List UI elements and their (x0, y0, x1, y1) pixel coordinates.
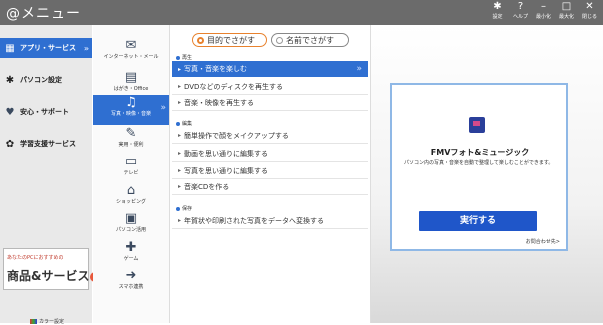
photo-music-icon: ♫ (125, 95, 137, 110)
fmv-photo-music-icon (469, 117, 485, 133)
inquiry-link[interactable]: お問合わせ先> (526, 238, 560, 245)
minimize-button[interactable]: – 最小化 (532, 1, 555, 24)
category-shopping[interactable]: ⌂ ショッピング (93, 183, 169, 213)
section-title: 再生 (176, 54, 192, 61)
grid-icon: ▦ (5, 42, 15, 54)
section-title: 保存 (176, 205, 192, 212)
sidebar: ▦ アプリ・サービス » ✱ パソコン設定 ♥ 安心・サポート ✿ 学習支援サー… (0, 25, 101, 325)
task-item[interactable]: 写真・音楽を楽しむ » (172, 61, 368, 77)
category-internet-mail[interactable]: ✉ インターネット・メール (93, 38, 169, 68)
sidebar-item-apps-services[interactable]: ▦ アプリ・サービス » (0, 38, 92, 58)
category-tv[interactable]: ▭ テレビ (93, 154, 169, 184)
tv-icon: ▭ (124, 154, 138, 169)
sidebar-item-label: アプリ・サービス (20, 44, 76, 52)
pencil-icon: ✎ (125, 126, 137, 141)
document-icon: ▤ (124, 70, 138, 85)
sidebar-item-pc-settings[interactable]: ✱ パソコン設定 (0, 70, 92, 90)
category-pc-utilization[interactable]: ▣ パソコン活用 (93, 211, 169, 241)
sidebar-item-learning-support[interactable]: ✿ 学習支援サービス (0, 134, 92, 154)
banner-subtitle: あなたのPCにおすすめの (7, 255, 64, 261)
basket-icon: ⌂ (126, 183, 136, 198)
gamepad-icon: ✚ (125, 240, 137, 255)
category-smartphone-link[interactable]: ➜ スマホ連携 (93, 268, 169, 298)
detail-panel: FMVフォト&ミュージック パソコン内の写真・音楽を自動で整理して楽しむことがで… (371, 25, 603, 323)
help-icon: ? (517, 1, 524, 12)
chevron-right-icon: » (356, 64, 362, 74)
app-title: @メニュー (6, 6, 81, 22)
task-item[interactable]: 音楽・映像を再生する (172, 95, 368, 111)
radio-selected-icon (197, 36, 204, 44)
phone-link-icon: ➜ (125, 268, 137, 283)
close-icon: ✕ (585, 1, 594, 12)
color-setting-link[interactable]: カラー設定 (30, 318, 64, 325)
app-name: FMVフォト&ミュージック (430, 148, 530, 157)
run-button[interactable]: 実行する (419, 211, 537, 231)
close-button[interactable]: ✕ 閉じる (578, 1, 601, 24)
book-icon: ✿ (5, 138, 15, 150)
maximize-button[interactable]: □ 最大化 (555, 1, 578, 24)
category-photo-video-music[interactable]: ♫ 写真・映像・音楽 » (93, 95, 169, 125)
category-list: ✉ インターネット・メール ▤ はがき・Office ♫ 写真・映像・音楽 » … (93, 25, 170, 323)
app-description: パソコン内の写真・音楽を自動で整理して楽しむことができます。 (404, 160, 554, 166)
settings-button[interactable]: ✱ 設定 (486, 1, 509, 24)
sidebar-item-label: 安心・サポート (20, 108, 69, 116)
category-games[interactable]: ✚ ゲーム (93, 240, 169, 270)
search-by-name-toggle[interactable]: 名前でさがす (271, 33, 349, 47)
search-by-purpose-toggle[interactable]: 目的でさがす (192, 33, 267, 47)
task-item[interactable]: 簡単操作で顔をメイクアップする (172, 128, 368, 144)
task-item[interactable]: 音楽CDを作る (172, 179, 368, 195)
recommendation-banner[interactable]: あなたのPCにおすすめの 商品&サービス› (3, 248, 101, 290)
task-item[interactable]: DVDなどのディスクを再生する (172, 79, 368, 95)
gear-icon: ✱ (5, 74, 15, 86)
window-controls: ✱ 設定 ? ヘルプ – 最小化 □ 最大化 ✕ 閉じる (486, 1, 601, 24)
gear-icon: ✱ (493, 1, 502, 12)
category-practical-useful[interactable]: ✎ 実用・便利 (93, 126, 169, 156)
chevron-right-icon: » (83, 43, 89, 53)
palette-icon (30, 319, 37, 324)
sidebar-item-safety-support[interactable]: ♥ 安心・サポート (0, 102, 92, 122)
maximize-icon: □ (561, 1, 572, 12)
sidebar-item-label: 学習支援サービス (20, 140, 76, 148)
help-button[interactable]: ? ヘルプ (509, 1, 532, 24)
app-detail-card: FMVフォト&ミュージック パソコン内の写真・音楽を自動で整理して楽しむことがで… (390, 83, 568, 251)
monitor-icon: ▣ (124, 211, 138, 226)
task-item[interactable]: 年賀状や印刷された写真をデータへ変換する (172, 213, 368, 229)
minimize-icon: – (541, 1, 546, 12)
title-bar: @メニュー ✱ 設定 ? ヘルプ – 最小化 □ 最大化 ✕ 閉じる (0, 0, 603, 25)
banner-title: 商品&サービス› (7, 267, 101, 284)
task-list-panel: 目的でさがす 名前でさがす 再生 写真・音楽を楽しむ » DVDなどのディスクを… (170, 25, 371, 323)
chevron-right-icon: » (160, 103, 166, 113)
section-title: 編集 (176, 120, 192, 127)
sidebar-item-label: パソコン設定 (20, 76, 62, 84)
task-item[interactable]: 動画を思い通りに編集する (172, 146, 368, 162)
task-item[interactable]: 写真を思い通りに編集する (172, 163, 368, 179)
radio-unselected-icon (276, 36, 283, 44)
globe-mail-icon: ✉ (125, 38, 137, 53)
heart-icon: ♥ (5, 106, 15, 118)
